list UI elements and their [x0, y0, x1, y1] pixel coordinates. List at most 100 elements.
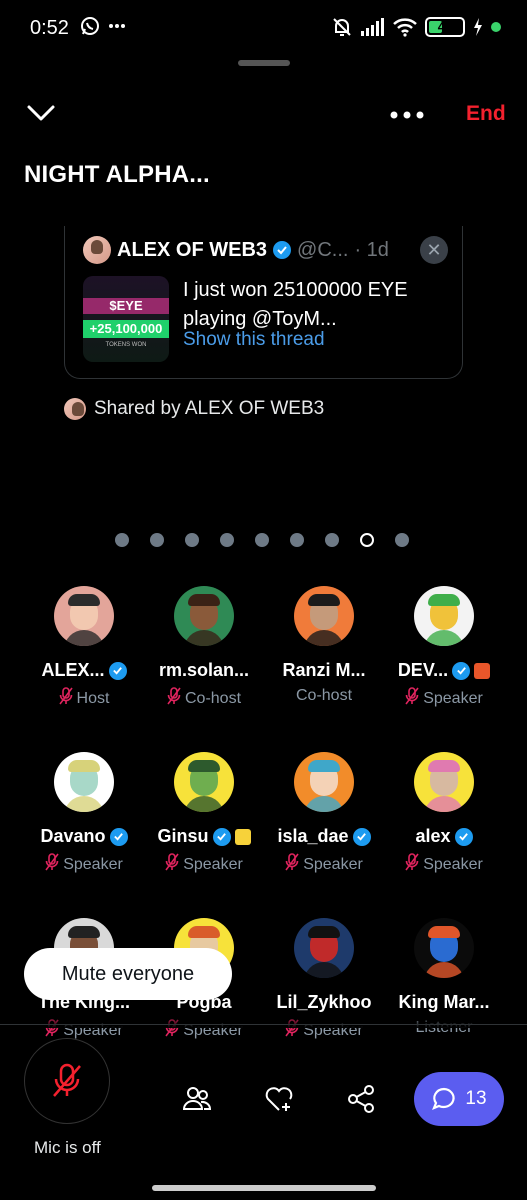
verified-icon [109, 827, 128, 846]
post-thumbnail[interactable]: $EYE +25,100,000 TOKENS WON [83, 276, 169, 362]
participant-role-row: Speaker [144, 853, 264, 876]
participant-role-row: Host [24, 687, 144, 710]
wifi-icon [393, 18, 417, 37]
notification-icons [80, 16, 126, 36]
system-icons: 40 [331, 16, 501, 38]
mic-off-icon [405, 687, 419, 710]
participant-name: ALEX... [41, 660, 105, 680]
participant-name: isla_dae [277, 826, 349, 846]
participant-role-row: Co-host [144, 687, 264, 710]
affiliate-badge-icon [474, 662, 491, 679]
participant-name: rm.solan... [158, 660, 250, 680]
bottom-divider [0, 1024, 527, 1025]
participant[interactable]: rm.solan... Co-host [144, 586, 264, 710]
pager-dot[interactable] [360, 533, 374, 547]
participant[interactable]: Ranzi M... Co-host [264, 586, 384, 705]
mic-off-icon [45, 853, 59, 876]
pager-dot[interactable] [325, 533, 339, 547]
status-time: 0:52 [30, 17, 69, 39]
participant-avatar[interactable] [414, 918, 474, 978]
mic-off-icon [285, 853, 299, 876]
more-notifications-icon [109, 24, 125, 28]
pager-dot[interactable] [185, 533, 199, 547]
verified-icon [452, 661, 471, 680]
participant-name-row: ALEX... [24, 660, 144, 681]
verified-icon [273, 241, 292, 259]
pager-dots[interactable] [115, 533, 409, 547]
participant-role: Speaker [63, 855, 123, 873]
close-icon[interactable]: ✕ [420, 236, 448, 264]
participant-name: Ranzi M... [282, 660, 366, 680]
pager-dot[interactable] [115, 533, 129, 547]
participant-name: alex [415, 826, 451, 846]
participant-avatar[interactable] [294, 918, 354, 978]
pager-dot[interactable] [220, 533, 234, 547]
participant-avatar[interactable] [174, 586, 234, 646]
thumbnail-caption: TOKENS WON [105, 342, 147, 348]
participant-avatar[interactable] [54, 586, 114, 646]
participant[interactable]: Ginsu Speaker [144, 752, 264, 876]
participant-role-row: Speaker [24, 853, 144, 876]
gesture-nav-bar[interactable] [152, 1185, 376, 1191]
verified-icon [454, 827, 473, 846]
participant-avatar[interactable] [414, 752, 474, 812]
participant-role: Host [76, 689, 110, 707]
silent-icon [333, 18, 351, 36]
participant-name: Lil_Zykhoo [276, 992, 372, 1012]
participant-avatar[interactable] [294, 752, 354, 812]
participant[interactable]: isla_dae Speaker [264, 752, 384, 876]
pager-dot[interactable] [395, 533, 409, 547]
participant-name-row: Davano [24, 826, 144, 847]
bottom-fade [0, 1016, 527, 1028]
comments-button[interactable]: 13 [414, 1072, 504, 1126]
participant[interactable]: alex Speaker [384, 752, 504, 876]
comments-count: 13 [465, 1088, 487, 1109]
participant-role: Speaker [423, 855, 483, 873]
participant-name-row: isla_dae [264, 826, 384, 847]
participant-avatar[interactable] [54, 752, 114, 812]
more-icon[interactable] [388, 100, 428, 130]
shared-by: Shared by ALEX OF WEB3 [64, 398, 324, 420]
pager-dot[interactable] [255, 533, 269, 547]
participant-role-row: Speaker [384, 853, 504, 876]
chat-icon [432, 1087, 456, 1110]
drag-handle[interactable] [238, 60, 290, 66]
heart-plus-icon[interactable] [264, 1084, 294, 1114]
mic-status-label: Mic is off [34, 1138, 101, 1157]
participant[interactable]: Davano Speaker [24, 752, 144, 876]
participant[interactable]: DEV... Speaker [384, 586, 504, 710]
participant-role-row: Co-host [264, 687, 384, 705]
verified-icon [108, 661, 127, 680]
participant-avatar[interactable] [294, 586, 354, 646]
end-button[interactable]: End [466, 102, 506, 126]
author-name: ALEX OF WEB3 [117, 238, 268, 261]
affiliate-badge-icon [234, 828, 251, 845]
participant-name-row: Ranzi M... [264, 660, 384, 681]
mic-off-icon [405, 853, 419, 876]
mic-toggle-button[interactable] [24, 1038, 110, 1124]
status-bar: 0:52 40 [0, 0, 527, 58]
pager-dot[interactable] [290, 533, 304, 547]
chevron-down-icon[interactable] [26, 98, 56, 128]
pager-dot[interactable] [150, 533, 164, 547]
participant-name: King Mar... [398, 992, 490, 1012]
pinned-post-card[interactable]: ALEX OF WEB3 @C... · 1d ✕ $EYE +25,100,0… [64, 226, 463, 379]
participant-name-row: Ginsu [144, 826, 264, 847]
author-avatar [83, 236, 111, 264]
mic-off-icon [53, 1063, 81, 1097]
charging-icon [474, 18, 482, 36]
participant-avatar[interactable] [174, 752, 234, 812]
people-icon[interactable] [182, 1084, 212, 1114]
participant-name-row: DEV... [384, 660, 504, 681]
share-icon[interactable] [346, 1084, 376, 1114]
participant-avatar[interactable] [414, 586, 474, 646]
verified-icon [352, 827, 371, 846]
battery-indicator: 40 [425, 17, 465, 37]
participant[interactable]: ALEX... Host [24, 586, 144, 710]
author-handle: @C... [297, 238, 349, 261]
participant-name-row: rm.solan... [144, 660, 264, 681]
participant-role: Co-host [184, 689, 242, 707]
show-thread-link[interactable]: Show this thread [183, 329, 325, 351]
mute-everyone-tooltip[interactable]: Mute everyone [24, 948, 232, 1000]
mic-off-icon [58, 687, 73, 710]
